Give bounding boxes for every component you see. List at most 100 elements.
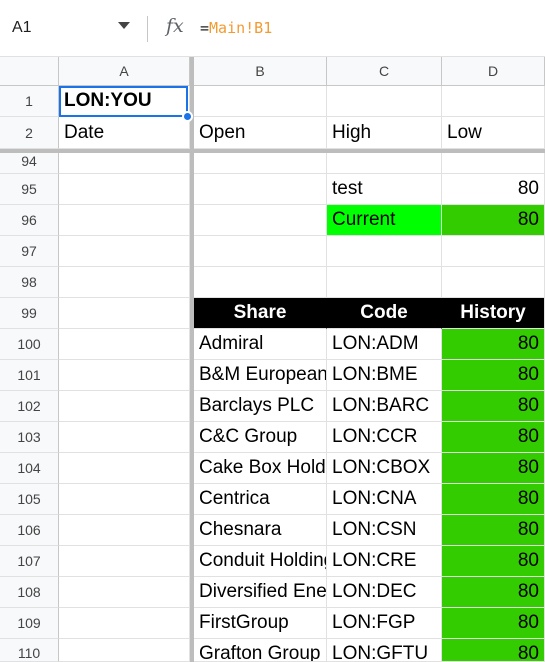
share-code-cell[interactable]: LON:ADM [327, 329, 442, 360]
share-code-cell[interactable]: LON:CBOX [327, 453, 442, 484]
column-header-b[interactable]: B [194, 57, 327, 86]
table-cell[interactable] [59, 639, 190, 662]
row-header[interactable]: 95 [0, 174, 59, 205]
share-name-cell[interactable]: Cake Box Holdings [194, 453, 327, 484]
name-box[interactable]: A1 [12, 19, 32, 37]
row-header[interactable]: 110 [0, 639, 59, 662]
history-value-cell[interactable]: 80 [442, 329, 545, 360]
row-header[interactable]: 104 [0, 453, 59, 484]
share-name-cell[interactable]: FirstGroup [194, 608, 327, 639]
share-name-cell[interactable]: B&M European [194, 360, 327, 391]
row-header[interactable]: 106 [0, 515, 59, 546]
chevron-down-icon[interactable] [118, 22, 130, 29]
table-cell[interactable] [442, 153, 545, 174]
cell-c2[interactable]: High [327, 117, 442, 149]
history-value-cell[interactable]: 80 [442, 577, 545, 608]
share-code-cell[interactable]: LON:CNA [327, 484, 442, 515]
history-value-cell[interactable]: 80 [442, 453, 545, 484]
table-cell[interactable] [327, 153, 442, 174]
share-name-cell[interactable]: Diversified Energy [194, 577, 327, 608]
cell-b2[interactable]: Open [194, 117, 327, 149]
row-header[interactable]: 109 [0, 608, 59, 639]
share-name-cell[interactable]: Admiral [194, 329, 327, 360]
table-cell[interactable] [59, 453, 190, 484]
code-column-header[interactable]: Code [327, 298, 442, 329]
table-cell[interactable] [59, 174, 190, 205]
row-header[interactable]: 101 [0, 360, 59, 391]
share-name-cell[interactable]: Barclays PLC [194, 391, 327, 422]
current-label-cell[interactable]: Current [327, 205, 442, 236]
share-code-cell[interactable]: LON:CCR [327, 422, 442, 453]
row-header[interactable]: 2 [0, 117, 59, 149]
table-cell[interactable] [59, 391, 190, 422]
test-label-cell[interactable]: test [327, 174, 442, 205]
row-header[interactable]: 99 [0, 298, 59, 329]
share-name-cell[interactable]: Conduit Holdings [194, 546, 327, 577]
table-cell[interactable] [442, 236, 545, 267]
row-header[interactable]: 100 [0, 329, 59, 360]
share-name-cell[interactable]: C&C Group [194, 422, 327, 453]
fill-handle[interactable] [182, 111, 193, 122]
table-cell[interactable] [59, 515, 190, 546]
row-header[interactable]: 94 [0, 153, 59, 174]
share-name-cell[interactable]: Chesnara [194, 515, 327, 546]
table-cell[interactable] [194, 205, 327, 236]
row-header[interactable]: 98 [0, 267, 59, 298]
share-code-cell[interactable]: LON:BARC [327, 391, 442, 422]
history-value-cell[interactable]: 80 [442, 422, 545, 453]
share-code-cell[interactable]: LON:CRE [327, 546, 442, 577]
history-value-cell[interactable]: 80 [442, 515, 545, 546]
cell-d2[interactable]: Low [442, 117, 545, 149]
row-header[interactable]: 103 [0, 422, 59, 453]
column-header-d[interactable]: D [442, 57, 545, 86]
row-header[interactable]: 96 [0, 205, 59, 236]
share-name-cell[interactable]: Grafton Group [194, 639, 327, 662]
share-code-cell[interactable]: LON:FGP [327, 608, 442, 639]
table-cell[interactable] [59, 205, 190, 236]
share-name-cell[interactable]: Centrica [194, 484, 327, 515]
cell-b1[interactable] [194, 86, 327, 117]
current-value-cell[interactable]: 80 [442, 205, 545, 236]
history-value-cell[interactable]: 80 [442, 360, 545, 391]
table-cell[interactable] [59, 298, 190, 329]
table-cell[interactable] [59, 577, 190, 608]
table-cell[interactable] [194, 267, 327, 298]
share-code-cell[interactable]: LON:DEC [327, 577, 442, 608]
history-value-cell[interactable]: 80 [442, 546, 545, 577]
share-code-cell[interactable]: LON:GFTU [327, 639, 442, 662]
table-cell[interactable] [194, 153, 327, 174]
table-cell[interactable] [59, 360, 190, 391]
table-cell[interactable] [194, 236, 327, 267]
table-cell[interactable] [327, 267, 442, 298]
formula-input[interactable]: =Main!B1 [200, 19, 272, 37]
spreadsheet-grid[interactable]: A B C D 1 LON:YOU 2 Date Open High Low 9… [0, 57, 545, 662]
test-value-cell[interactable]: 80 [442, 174, 545, 205]
table-cell[interactable] [59, 153, 190, 174]
cell-a2[interactable]: Date [59, 117, 190, 149]
cell-c1[interactable] [327, 86, 442, 117]
select-all-corner[interactable] [0, 57, 59, 86]
history-value-cell[interactable]: 80 [442, 608, 545, 639]
table-cell[interactable] [194, 174, 327, 205]
row-header[interactable]: 1 [0, 86, 59, 117]
share-code-cell[interactable]: LON:CSN [327, 515, 442, 546]
table-cell[interactable] [59, 422, 190, 453]
column-header-a[interactable]: A [59, 57, 190, 86]
history-column-header[interactable]: History [442, 298, 545, 329]
share-column-header[interactable]: Share [194, 298, 327, 329]
row-header[interactable]: 102 [0, 391, 59, 422]
row-header[interactable]: 105 [0, 484, 59, 515]
frozen-columns-divider[interactable] [190, 57, 194, 662]
history-value-cell[interactable]: 80 [442, 391, 545, 422]
cell-d1[interactable] [442, 86, 545, 117]
column-header-c[interactable]: C [327, 57, 442, 86]
table-cell[interactable] [59, 546, 190, 577]
history-value-cell[interactable]: 80 [442, 639, 545, 662]
table-cell[interactable] [327, 236, 442, 267]
row-header[interactable]: 97 [0, 236, 59, 267]
share-code-cell[interactable]: LON:BME [327, 360, 442, 391]
table-cell[interactable] [59, 329, 190, 360]
table-cell[interactable] [442, 267, 545, 298]
table-cell[interactable] [59, 236, 190, 267]
row-header[interactable]: 107 [0, 546, 59, 577]
